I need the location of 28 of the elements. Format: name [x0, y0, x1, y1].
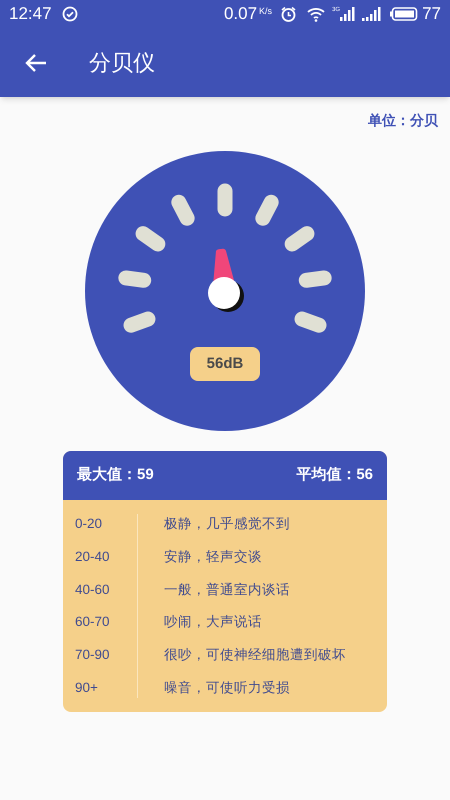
level-range: 70-90: [75, 646, 111, 664]
max-value: 最大值：59: [77, 465, 154, 486]
average-value: 平均值：56: [296, 465, 373, 486]
network-speed: 0.07: [224, 3, 258, 26]
wifi-icon: [306, 6, 326, 22]
level-range: 20-40: [75, 548, 111, 566]
level-range: 90+: [75, 678, 99, 697]
signal-icon: [362, 7, 382, 21]
unit-label: 单位：分贝: [368, 111, 438, 130]
signal-icon: [340, 7, 356, 21]
level-description: 安静，轻声交谈: [164, 548, 262, 566]
level-range: 60-70: [75, 613, 111, 632]
level-range: 40-60: [75, 580, 111, 599]
network-speed-unit: K/s: [259, 5, 272, 18]
battery-icon: [390, 7, 418, 21]
level-range: 0-20: [75, 515, 104, 534]
page-title: 分贝仪: [89, 49, 155, 77]
battery-level: 77: [422, 3, 441, 26]
status-time: 12:47: [9, 3, 52, 26]
back-arrow-icon: [25, 52, 47, 72]
level-description: 极静，几乎感觉不到: [164, 515, 290, 534]
reading-badge: 56dB: [190, 347, 260, 381]
level-description: 吵闹，大声说话: [164, 613, 262, 632]
check-circle-icon: [62, 6, 78, 22]
level-description: 很吵，可使神经细胞遭到破坏: [164, 646, 346, 664]
alarm-icon: [280, 6, 298, 22]
level-description: 一般，普通室内谈话: [164, 580, 290, 599]
level-description: 噪音，可使听力受损: [164, 678, 290, 697]
